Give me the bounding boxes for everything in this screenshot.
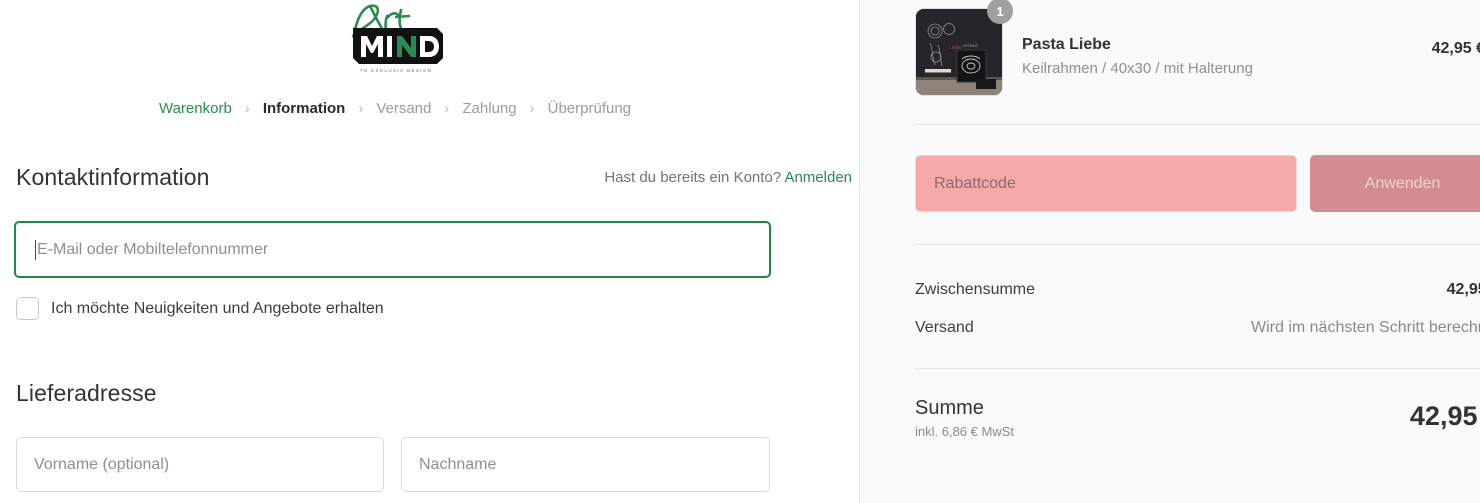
grand-total-labels: Summe inkl. 6,86 € MwSt [915,396,1014,439]
breadcrumb-item-information[interactable]: Information [263,100,346,117]
lastname-placeholder: Nachname [419,455,497,473]
text-caret [35,239,36,260]
checkout-page: TO EXCLUSIV DESIGN Warenkorb › Informati… [0,0,1480,503]
summary-divider-2 [915,244,1480,245]
breadcrumb-item-zahlung[interactable]: Zahlung [462,100,516,117]
newsletter-optin-row[interactable]: Ich möchte Neuigkeiten und Angebote erha… [16,297,384,320]
discount-code-input[interactable]: Rabattcode [915,155,1297,212]
product-thumbnail: Liebe ARTMIND [915,8,1003,96]
breadcrumb-item-versand[interactable]: Versand [376,100,431,117]
account-prompt-text: Hast du bereits ein Konto? [604,169,782,186]
grand-total-label: Summe [915,397,984,419]
grand-total-value: 42,95 € [1409,401,1480,431]
shipping-row: Versand Wird im nächsten Schritt berechn… [915,319,1480,337]
subtotal-value: 42,95 € [1446,281,1480,298]
svg-text:ARTMIND: ARTMIND [963,44,979,48]
subtotal-label: Zwischensumme [915,281,1036,298]
quantity-badge: 1 [987,0,1013,24]
existing-account-prompt: Hast du bereits ein Konto? Anmelden [604,169,852,186]
contact-heading: Kontaktinformation [16,164,210,190]
breadcrumb-item-warenkorb[interactable]: Warenkorb [159,100,232,117]
order-line-item: Liebe ARTMIND 1 Pasta Liebe Keilrahmen /… [915,0,1480,96]
product-thumbnail-wrap: Liebe ARTMIND 1 [915,0,1013,96]
grand-total-row: Summe inkl. 6,86 € MwSt 42,95 € [915,396,1480,439]
summary-divider-1 [915,124,1480,125]
firstname-placeholder: Vorname (optional) [34,455,170,473]
product-title: Pasta Liebe [1022,36,1111,53]
lastname-field[interactable]: Nachname [401,437,770,492]
breadcrumb-separator-1: › [244,100,250,116]
tax-note: inkl. 6,86 € MwSt [915,424,1014,439]
shipping-address-heading: Lieferadresse [16,380,157,406]
breadcrumb-item-ueberpruefung[interactable]: Überprüfung [548,100,631,117]
logo-tagline: TO EXCLUSIV DESIGN [360,68,433,73]
discount-code-placeholder: Rabattcode [934,174,1016,192]
line-item-text: Pasta Liebe Keilrahmen / 40x30 / mit Hal… [1022,8,1432,79]
newsletter-checkbox[interactable] [16,297,39,320]
newsletter-label: Ich möchte Neuigkeiten und Angebote erha… [51,299,384,317]
email-placeholder: E-Mail oder Mobiltelefonnummer [37,240,269,258]
apply-discount-button[interactable]: Anwenden [1310,155,1480,212]
firstname-field[interactable]: Vorname (optional) [16,437,384,492]
breadcrumb-separator-4: › [529,100,535,116]
checkout-form-panel: TO EXCLUSIV DESIGN Warenkorb › Informati… [0,0,860,503]
line-item-price: 42,95 € [1431,40,1480,57]
subtotal-row: Zwischensumme 42,95 € [915,281,1480,299]
email-field[interactable]: E-Mail oder Mobiltelefonnummer [14,221,771,278]
site-logo[interactable]: TO EXCLUSIV DESIGN [341,0,451,78]
breadcrumb: Warenkorb › Information › Versand › Zahl… [0,100,790,117]
product-variant: Keilrahmen / 40x30 / mit Halterung [1022,59,1253,77]
summary-divider-3 [915,368,1480,369]
breadcrumb-separator-3: › [444,100,450,116]
shipping-label: Versand [915,319,974,336]
discount-code-row: Rabattcode Anwenden [915,155,1480,212]
login-link[interactable]: Anmelden [784,169,852,186]
breadcrumb-separator-2: › [358,100,364,116]
shipping-value: Wird im nächsten Schritt berechnet [1251,319,1480,336]
order-summary-panel: Liebe ARTMIND 1 Pasta Liebe Keilrahmen /… [860,0,1480,503]
